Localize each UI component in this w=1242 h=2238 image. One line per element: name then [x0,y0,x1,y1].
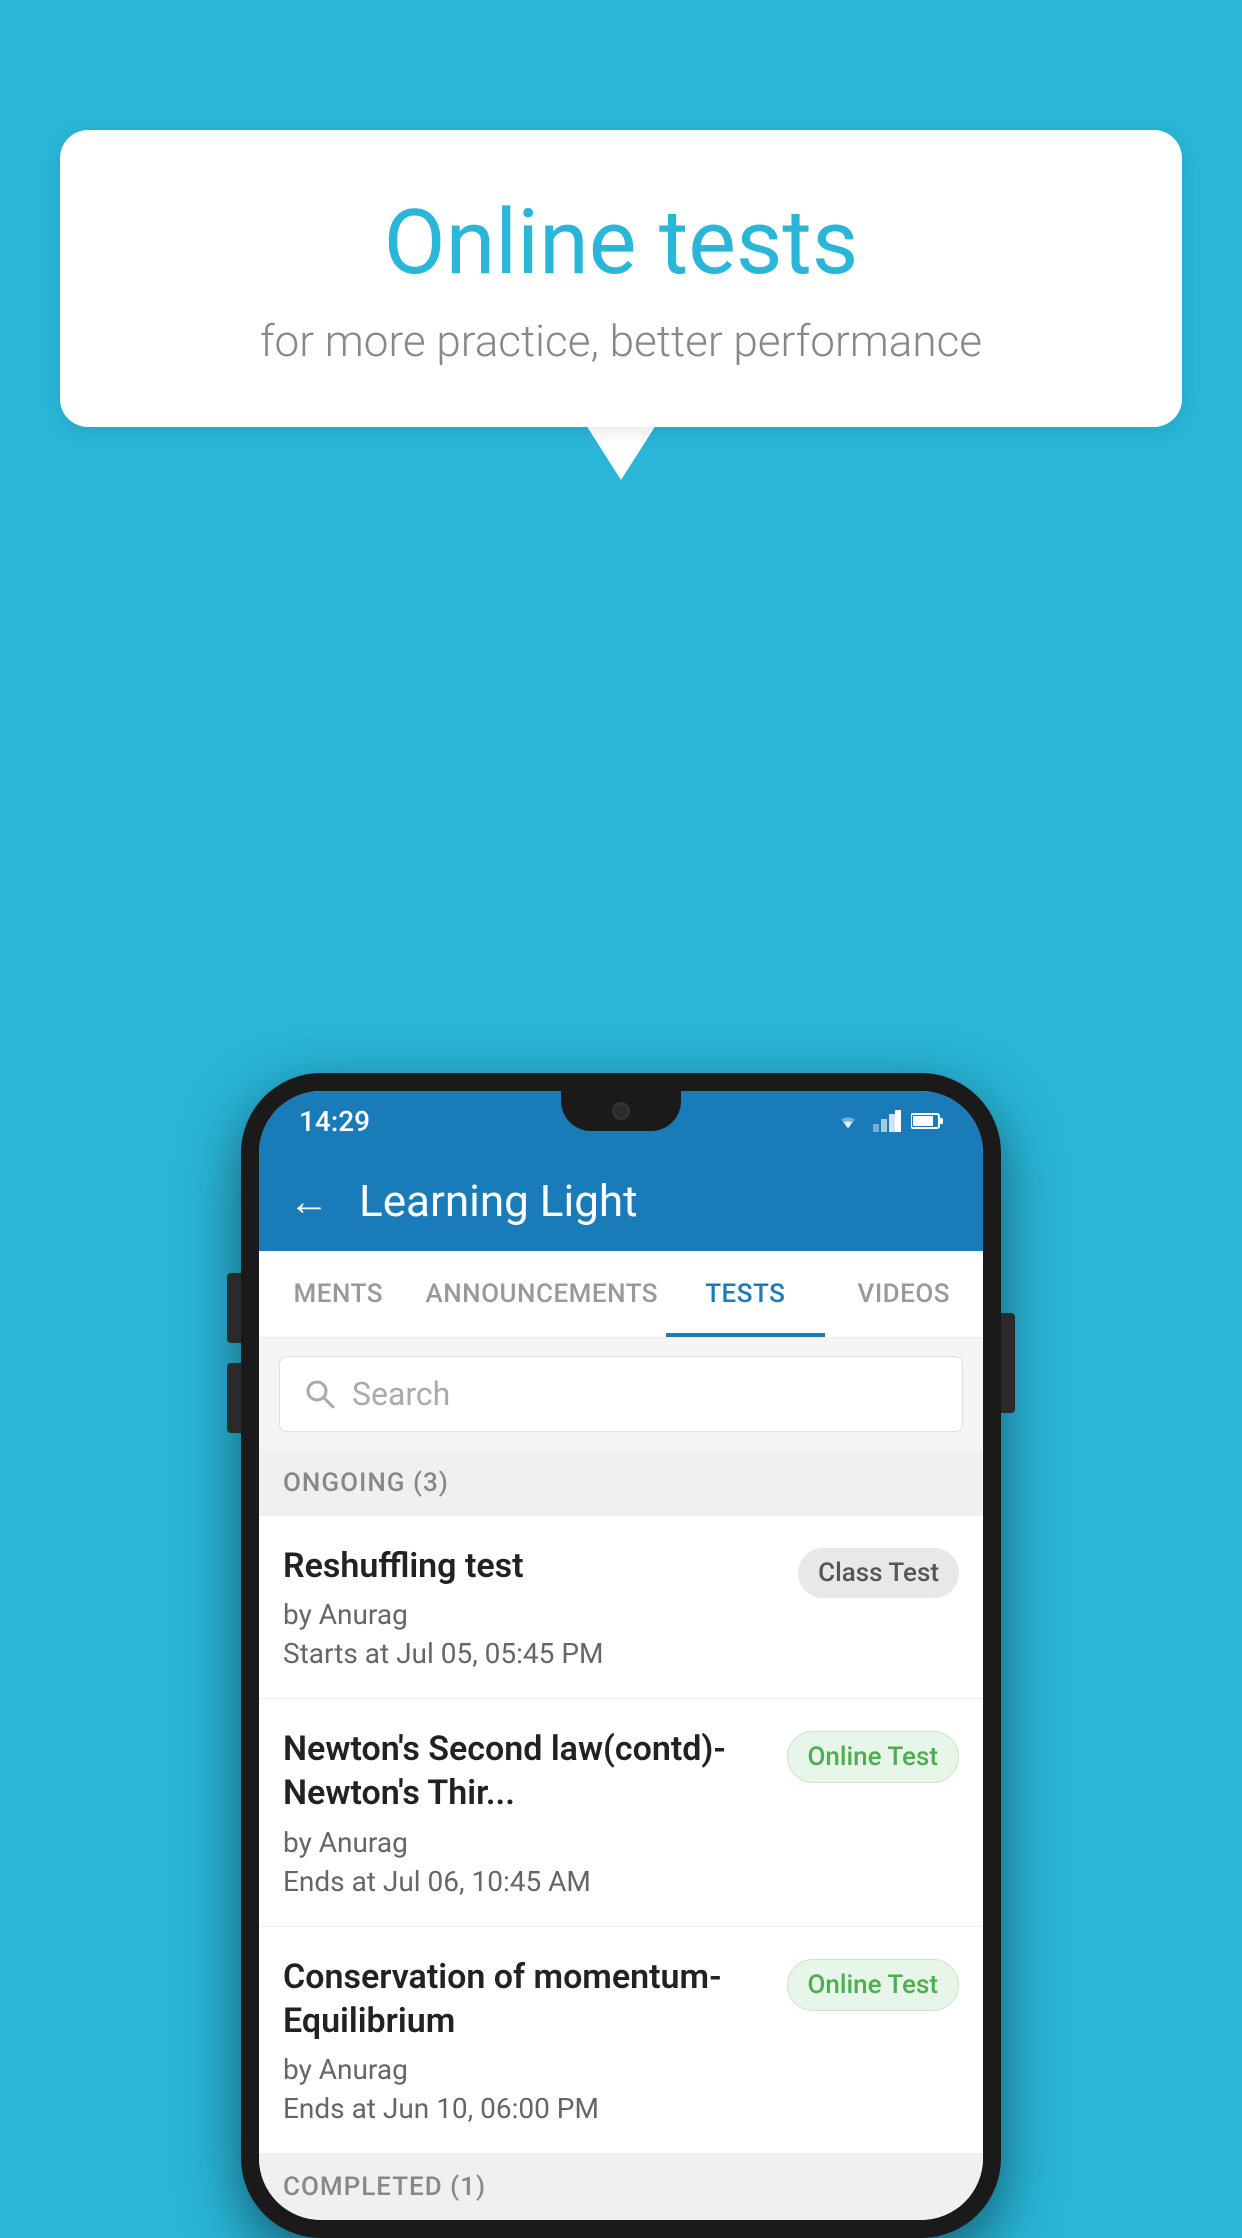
test-author: by Anurag [283,1598,782,1631]
status-time: 14:29 [299,1105,370,1138]
search-placeholder: Search [352,1375,450,1413]
phone-mockup: 14:29 [241,1073,1001,2238]
status-bar: 14:29 [259,1091,983,1151]
phone-outer: 14:29 [241,1073,1001,2238]
tab-videos[interactable]: VIDEOS [825,1251,983,1337]
test-date: Starts at Jul 05, 05:45 PM [283,1637,782,1670]
test-date: Ends at Jun 10, 06:00 PM [283,2092,771,2125]
power-button [1001,1313,1015,1413]
speech-bubble-subtitle: for more practice, better performance [140,315,1102,367]
tab-tests[interactable]: TESTS [666,1251,824,1337]
status-icons [833,1110,943,1132]
volume-up-button [227,1273,241,1343]
speech-bubble-tail [586,425,656,480]
test-item[interactable]: Conservation of momentum-Equilibrium by … [259,1927,983,2154]
back-button[interactable]: ← [289,1178,329,1225]
completed-section-header: COMPLETED (1) [259,2154,983,2220]
tab-announcements[interactable]: ANNOUNCEMENTS [417,1251,666,1337]
test-name: Reshuffling test [283,1544,782,1588]
battery-icon [911,1112,943,1130]
tab-ments[interactable]: MENTS [259,1251,417,1337]
test-list: Reshuffling test by Anurag Starts at Jul… [259,1516,983,2154]
camera [612,1102,630,1120]
test-info: Conservation of momentum-Equilibrium by … [283,1955,771,2125]
test-info: Reshuffling test by Anurag Starts at Jul… [283,1544,782,1670]
notch [561,1091,681,1131]
test-item[interactable]: Reshuffling test by Anurag Starts at Jul… [259,1516,983,1699]
test-author: by Anurag [283,2053,771,2086]
search-container: Search [259,1338,983,1450]
phone-screen: 14:29 [259,1091,983,2220]
app-bar: ← Learning Light [259,1151,983,1251]
signal-icon [873,1110,901,1132]
test-badge-online: Online Test [787,1731,960,1783]
test-author: by Anurag [283,1826,771,1859]
test-badge-online: Online Test [787,1959,960,2011]
test-date: Ends at Jul 06, 10:45 AM [283,1865,771,1898]
ongoing-section-header: ONGOING (3) [259,1450,983,1516]
test-name: Newton's Second law(contd)-Newton's Thir… [283,1727,771,1815]
tabs-container: MENTS ANNOUNCEMENTS TESTS VIDEOS [259,1251,983,1338]
test-badge-class: Class Test [798,1548,959,1598]
app-title: Learning Light [359,1175,638,1227]
wifi-icon [833,1110,863,1132]
search-icon [304,1378,336,1410]
test-item[interactable]: Newton's Second law(contd)-Newton's Thir… [259,1699,983,1926]
speech-bubble: Online tests for more practice, better p… [60,130,1182,427]
speech-bubble-title: Online tests [140,190,1102,295]
volume-down-button [227,1363,241,1433]
test-name: Conservation of momentum-Equilibrium [283,1955,771,2043]
test-info: Newton's Second law(contd)-Newton's Thir… [283,1727,771,1897]
speech-bubble-section: Online tests for more practice, better p… [60,130,1182,480]
search-bar[interactable]: Search [279,1356,963,1432]
